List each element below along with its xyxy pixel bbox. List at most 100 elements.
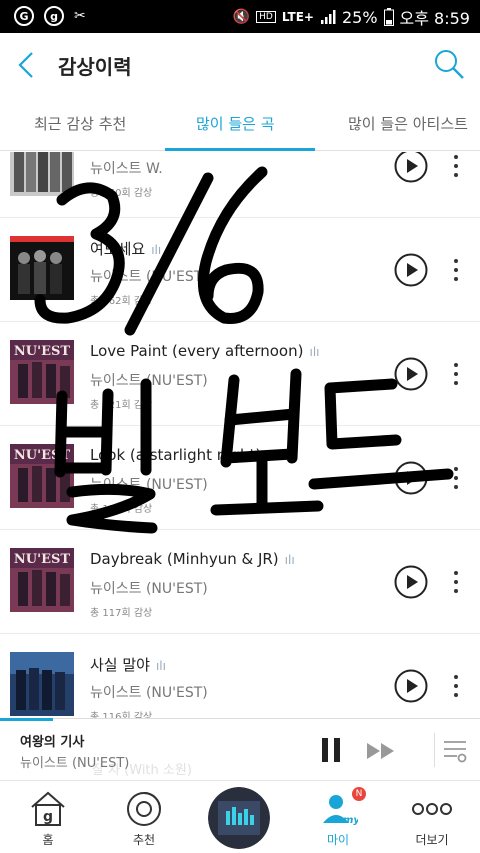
fast-forward-icon bbox=[367, 743, 394, 759]
playback-progress-bar[interactable] bbox=[0, 718, 53, 721]
album-art bbox=[10, 152, 74, 196]
more-vertical-icon bbox=[454, 155, 458, 177]
song-artist: 뉴이스트 (NU'EST) bbox=[90, 581, 208, 597]
song-artist: 뉴이스트 (NU'EST) bbox=[90, 477, 208, 493]
album-art: NU'EST bbox=[10, 340, 74, 404]
song-title: Look (a starlight night) ılı bbox=[90, 446, 278, 464]
album-art bbox=[10, 236, 74, 300]
nav-my[interactable]: my N 마이 bbox=[290, 781, 386, 853]
back-button[interactable] bbox=[12, 49, 40, 81]
page-title: 감상이력 bbox=[58, 55, 132, 79]
svg-text:g: g bbox=[43, 809, 53, 825]
status-bar: G g ✂ 🔇 HD LTE+ 25% 오후 8:59 bbox=[0, 0, 480, 33]
network-type: LTE+ bbox=[281, 10, 314, 24]
mini-player[interactable]: 잘 자 (With 소원) 여왕의 기사 뉴이스트 (NU'EST) bbox=[0, 718, 480, 780]
equalizer-icon: ılı bbox=[309, 344, 320, 359]
search-icon bbox=[435, 50, 464, 79]
now-playing-disc[interactable] bbox=[208, 787, 270, 849]
svg-text:NU'EST: NU'EST bbox=[14, 344, 70, 359]
svg-text:NU'EST: NU'EST bbox=[14, 552, 70, 567]
chevron-left-icon bbox=[18, 52, 33, 78]
clock: 오후 8:59 bbox=[399, 9, 470, 28]
play-icon bbox=[394, 357, 428, 391]
song-artist: 뉴이스트 W. bbox=[90, 161, 163, 177]
playlist-button[interactable] bbox=[434, 733, 468, 767]
bottom-navigation: g 홈 추천 my N 마이 bbox=[0, 780, 480, 853]
more-vertical-icon bbox=[454, 363, 458, 385]
hd-voice-indicator: HD bbox=[256, 11, 276, 23]
play-count: 총 162회 감상 bbox=[90, 296, 153, 307]
now-playing-title: 여왕의 기사 bbox=[20, 735, 85, 750]
tab-most-played-songs[interactable]: 많이 들은 곡 bbox=[196, 113, 275, 134]
list-item[interactable]: NU'EST Daybreak (Minhyun & JR) ılı 뉴이스트 (… bbox=[0, 530, 480, 634]
nav-more-label: 더보기 bbox=[415, 833, 449, 847]
song-artist: 뉴이스트 (NU'EST) bbox=[90, 269, 208, 285]
pause-button[interactable] bbox=[318, 735, 346, 765]
list-item[interactable]: 뉴이스트 W. 총 260회 감상 bbox=[0, 152, 480, 218]
pause-icon bbox=[322, 738, 340, 762]
play-count: 총 116회 감상 bbox=[90, 712, 153, 718]
play-count: 총 118회 감상 bbox=[90, 504, 153, 515]
nav-more[interactable]: 더보기 bbox=[384, 781, 480, 853]
next-track-button[interactable] bbox=[364, 737, 400, 765]
more-vertical-icon bbox=[454, 259, 458, 281]
nav-my-label: 마이 bbox=[326, 833, 350, 847]
equalizer-icon: ılı bbox=[155, 658, 166, 673]
play-icon bbox=[394, 669, 428, 703]
play-icon bbox=[394, 461, 428, 495]
song-list[interactable]: 뉴이스트 W. 총 260회 감상 여보세요 ılı 뉴이스트 (NU'EST) … bbox=[0, 152, 480, 718]
tab-recent-recommend[interactable]: 최근 감상 추천 bbox=[34, 113, 126, 134]
more-vertical-icon bbox=[454, 467, 458, 489]
play-button[interactable] bbox=[394, 152, 428, 183]
battery-icon bbox=[383, 8, 394, 26]
equalizer-icon: ılı bbox=[267, 448, 278, 463]
list-item[interactable]: NU'EST Love Paint (every afternoon) ılı 뉴… bbox=[0, 322, 480, 426]
tab-bar: 최근 감상 추천 많이 들은 곡 많이 들은 아티스트 bbox=[0, 97, 480, 151]
tab-most-played-artists[interactable]: 많이 들은 아티스트 bbox=[348, 113, 468, 134]
signal-icon bbox=[320, 10, 336, 24]
more-options-button[interactable] bbox=[446, 152, 466, 183]
nav-home[interactable]: g 홈 bbox=[0, 781, 96, 853]
home-icon: g bbox=[31, 791, 65, 826]
recommend-disc-icon bbox=[127, 792, 161, 826]
play-icon bbox=[394, 565, 428, 599]
nav-home-label: 홈 bbox=[42, 833, 54, 847]
more-dots-icon bbox=[412, 803, 452, 815]
play-button[interactable] bbox=[394, 565, 428, 599]
svg-text:NU'EST: NU'EST bbox=[14, 448, 70, 463]
nav-recommend[interactable]: 추천 bbox=[96, 781, 192, 853]
svg-text:my: my bbox=[343, 815, 358, 826]
system-indicators: 🔇 HD LTE+ 25% 오후 8:59 bbox=[233, 5, 470, 29]
equalizer-icon: ılı bbox=[151, 242, 162, 257]
more-options-button[interactable] bbox=[446, 565, 466, 599]
more-options-button[interactable] bbox=[446, 357, 466, 391]
play-count: 총 260회 감상 bbox=[90, 188, 153, 199]
play-button[interactable] bbox=[394, 357, 428, 391]
more-options-button[interactable] bbox=[446, 461, 466, 495]
playlist-icon bbox=[444, 741, 467, 763]
list-item[interactable]: 여보세요 ılı 뉴이스트 (NU'EST) 총 162회 감상 bbox=[0, 218, 480, 322]
play-count: 총 117회 감상 bbox=[90, 608, 153, 619]
album-art: NU'EST bbox=[10, 548, 74, 612]
song-artist: 뉴이스트 (NU'EST) bbox=[90, 373, 208, 389]
play-button[interactable] bbox=[394, 253, 428, 287]
play-button[interactable] bbox=[394, 669, 428, 703]
song-title: Love Paint (every afternoon) ılı bbox=[90, 342, 320, 360]
song-artist: 뉴이스트 (NU'EST) bbox=[90, 685, 208, 701]
play-icon bbox=[394, 253, 428, 287]
more-options-button[interactable] bbox=[446, 253, 466, 287]
list-item[interactable]: NU'EST Look (a starlight night) ılı 뉴이스트 … bbox=[0, 426, 480, 530]
new-badge: N bbox=[352, 787, 366, 801]
more-options-button[interactable] bbox=[446, 669, 466, 703]
list-item[interactable]: 사실 말야 ılı 뉴이스트 (NU'EST) 총 116회 감상 bbox=[0, 634, 480, 718]
battery-percent: 25% bbox=[341, 7, 378, 27]
album-art bbox=[10, 652, 74, 716]
more-vertical-icon bbox=[454, 571, 458, 593]
notification-genie-icon: g bbox=[44, 6, 64, 26]
play-button[interactable] bbox=[394, 461, 428, 495]
nav-recommend-label: 추천 bbox=[132, 833, 156, 847]
notification-icons: G g ✂ bbox=[14, 6, 86, 26]
search-button[interactable] bbox=[432, 47, 466, 81]
app-header: 감상이력 bbox=[0, 33, 480, 97]
mute-icon: 🔇 bbox=[232, 9, 251, 25]
